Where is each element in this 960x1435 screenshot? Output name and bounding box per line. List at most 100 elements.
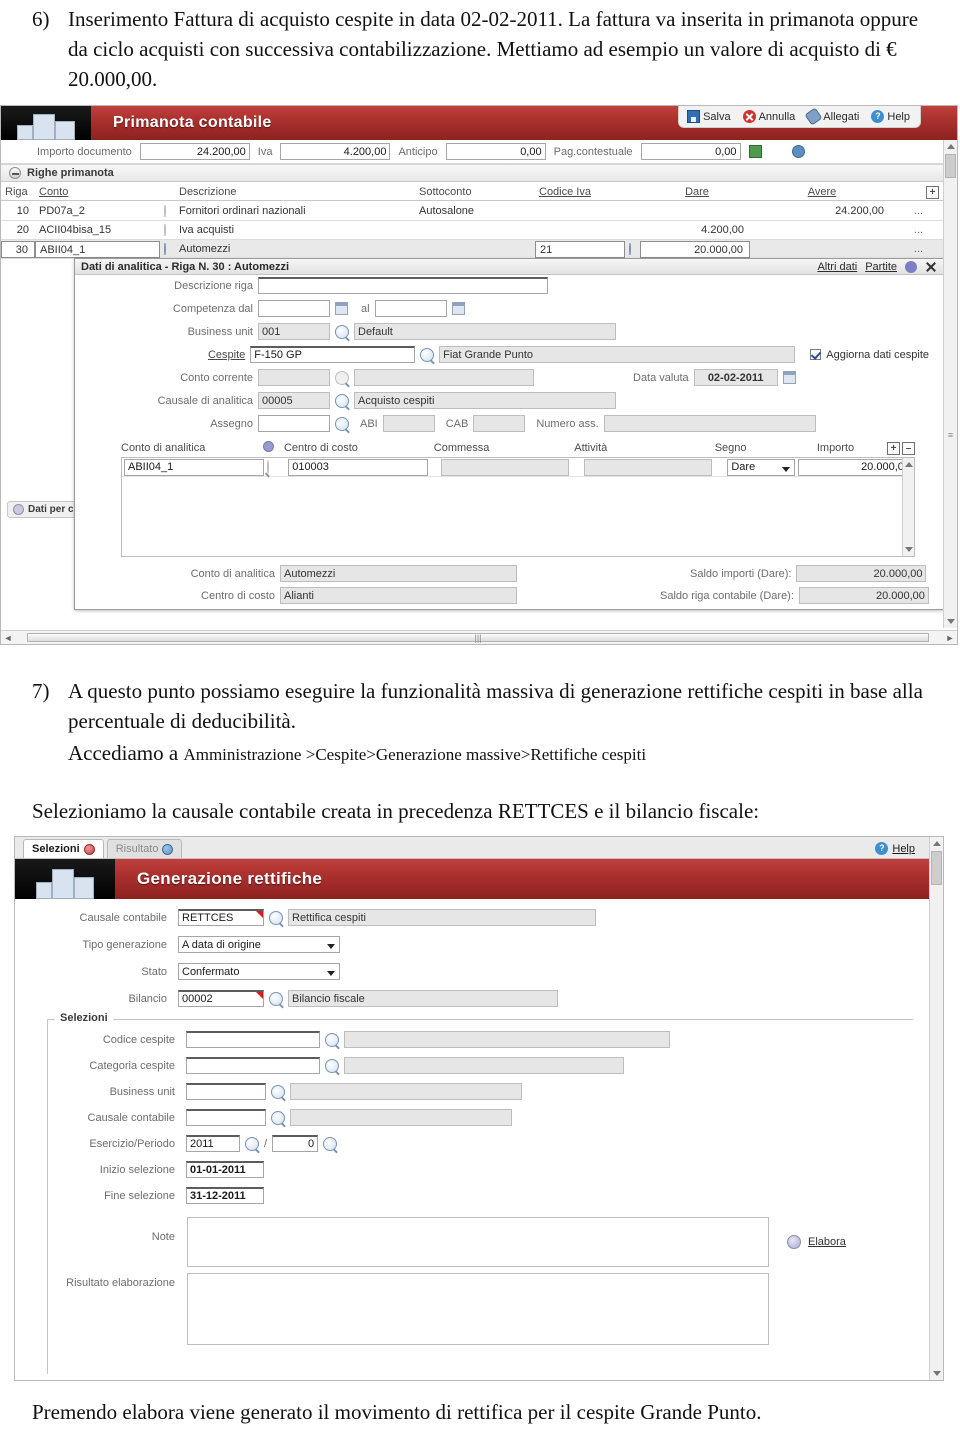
abi-field[interactable] [382,415,435,432]
primanota-horizontal-scrollbar[interactable]: ◄ ||| ► [1,630,957,644]
scroll-up-icon[interactable] [930,837,943,850]
lookup-icon[interactable] [271,1110,285,1125]
esercizio-field[interactable]: 2011 [186,1135,240,1152]
descrizione-riga-field[interactable] [258,277,548,294]
scroll-right-icon[interactable]: ► [943,631,957,644]
iva-field[interactable]: 4.200,00 [280,143,391,160]
close-icon[interactable] [925,261,937,273]
competenza-dal-field[interactable] [258,300,330,317]
lookup-icon[interactable] [164,243,166,255]
scroll-left-icon[interactable]: ◄ [1,631,15,644]
analytic-attivita-field[interactable] [584,458,713,476]
lookup-icon[interactable] [325,1058,339,1073]
lookup-icon[interactable] [323,1136,338,1151]
competenza-al-field[interactable] [374,300,447,317]
partite-link[interactable]: Partite [865,261,897,273]
elabora-button[interactable]: Elabora [787,1217,846,1249]
causale-contabile-field[interactable]: RETTCES [178,909,264,926]
row-more-button[interactable]: ... [890,205,943,217]
table-row[interactable]: 20 ACII04bisa_15 Iva acquisti 4.200,00 .… [1,221,943,240]
lookup-icon[interactable] [629,243,631,255]
plus-icon[interactable]: + [887,441,900,455]
lookup-icon[interactable] [335,416,349,431]
lookup-icon[interactable] [420,347,435,362]
lookup-icon[interactable] [335,370,349,385]
analytic-info-icon[interactable] [263,441,275,452]
lookup-icon[interactable] [269,910,283,925]
causale-contabile-sel-field[interactable] [186,1109,266,1126]
scroll-up-icon[interactable] [944,140,957,153]
categoria-cespite-field[interactable] [186,1057,320,1074]
importo-documento-field[interactable]: 24.200,00 [139,143,250,160]
numero-ass-field[interactable] [603,415,816,432]
scroll-thumb[interactable]: ||| [27,633,929,643]
row-conto[interactable]: ACII04bisa_15 [35,224,160,236]
row-more-button[interactable]: ... [890,243,943,255]
rettifiche-vertical-scrollbar[interactable] [929,837,943,1380]
analytic-centro-field[interactable]: 010003 [288,458,429,476]
plus-icon[interactable]: + [926,185,939,199]
causale-analitica-field[interactable]: 00005 [258,392,330,409]
calendar-icon[interactable] [451,302,465,315]
scroll-down-icon[interactable] [944,615,957,628]
anticipo-field[interactable]: 0,00 [445,143,546,160]
stato-select[interactable]: Confermato [178,963,340,980]
cab-field[interactable] [473,415,526,432]
cancel-button[interactable]: Annulla [742,110,795,123]
info-icon[interactable] [791,145,805,158]
lookup-icon[interactable] [335,324,349,339]
lookup-icon[interactable] [164,224,166,236]
business-unit-field[interactable]: 001 [258,323,330,340]
analytic-segno-select[interactable]: Dare [727,458,796,476]
data-valuta-field[interactable]: 02-02-2011 [693,369,778,386]
inizio-selezione-field[interactable]: 01-01-2011 [186,1161,264,1178]
aggiorna-dati-cespite-checkbox[interactable] [810,349,822,360]
lookup-icon[interactable] [335,393,349,408]
note-textarea[interactable] [187,1217,769,1267]
altri-dati-link[interactable]: Altri dati [817,261,857,273]
business-unit-field[interactable] [186,1083,266,1100]
fine-selezione-field[interactable]: 31-12-2011 [186,1187,264,1204]
analytic-importo-field[interactable]: 20.000,00 [798,458,914,476]
table-row[interactable]: 10 PD07a_2 Fornitori ordinari nazionali … [1,202,943,221]
lookup-icon[interactable] [267,460,270,474]
row-dare[interactable]: 20.000,00 [640,240,750,258]
primanota-vertical-scrollbar[interactable]: ≡ [943,140,957,628]
row-codice-iva[interactable]: 21 [535,240,625,258]
payment-icon[interactable] [748,145,762,158]
lookup-icon[interactable] [164,205,166,217]
bilancio-field[interactable]: 00002 [178,990,264,1007]
pag-contestuale-field[interactable]: 0,00 [640,143,741,160]
dati-per-tab[interactable]: Dati per c [7,501,80,518]
scroll-down-icon[interactable] [930,1367,943,1380]
cespite-field[interactable]: F-150 GP [250,346,416,363]
tab-risultato[interactable]: Risultato [106,839,183,858]
scroll-thumb[interactable] [931,851,942,885]
row-conto[interactable]: ABII04_1 [35,240,160,258]
cespite-label[interactable]: Cespite [75,349,245,361]
grid-add-row-button[interactable]: + [890,185,943,199]
help-label[interactable]: Help [892,843,915,855]
lookup-icon[interactable] [325,1032,339,1047]
assegno-field[interactable] [258,415,330,432]
analytic-commessa-field[interactable] [440,458,569,476]
globe-icon[interactable] [905,260,917,273]
scroll-thumb[interactable] [945,154,956,178]
lookup-icon[interactable] [271,1084,285,1099]
row-more-button[interactable]: ... [890,224,943,236]
tab-selezioni[interactable]: Selezioni [23,839,104,858]
codice-cespite-field[interactable] [186,1031,320,1048]
righe-primanota-section[interactable]: Righe primanota [1,164,943,182]
analytic-grid-scrollbar[interactable] [902,458,914,556]
row-conto[interactable]: PD07a_2 [35,205,160,217]
periodo-field[interactable]: 0 [272,1135,319,1152]
save-button[interactable]: Salva [687,110,731,123]
minus-icon[interactable]: – [902,441,915,455]
lookup-icon[interactable] [269,991,283,1006]
collapse-icon[interactable] [9,167,21,179]
help-button[interactable]: ? Help [871,110,910,123]
table-row[interactable]: ABII04_1 010003 Dare 20.000,00 [122,458,914,477]
tipo-generazione-select[interactable]: A data di origine [178,936,340,953]
help-button[interactable]: ? Help [875,842,915,855]
conto-corrente-field[interactable] [258,369,330,386]
